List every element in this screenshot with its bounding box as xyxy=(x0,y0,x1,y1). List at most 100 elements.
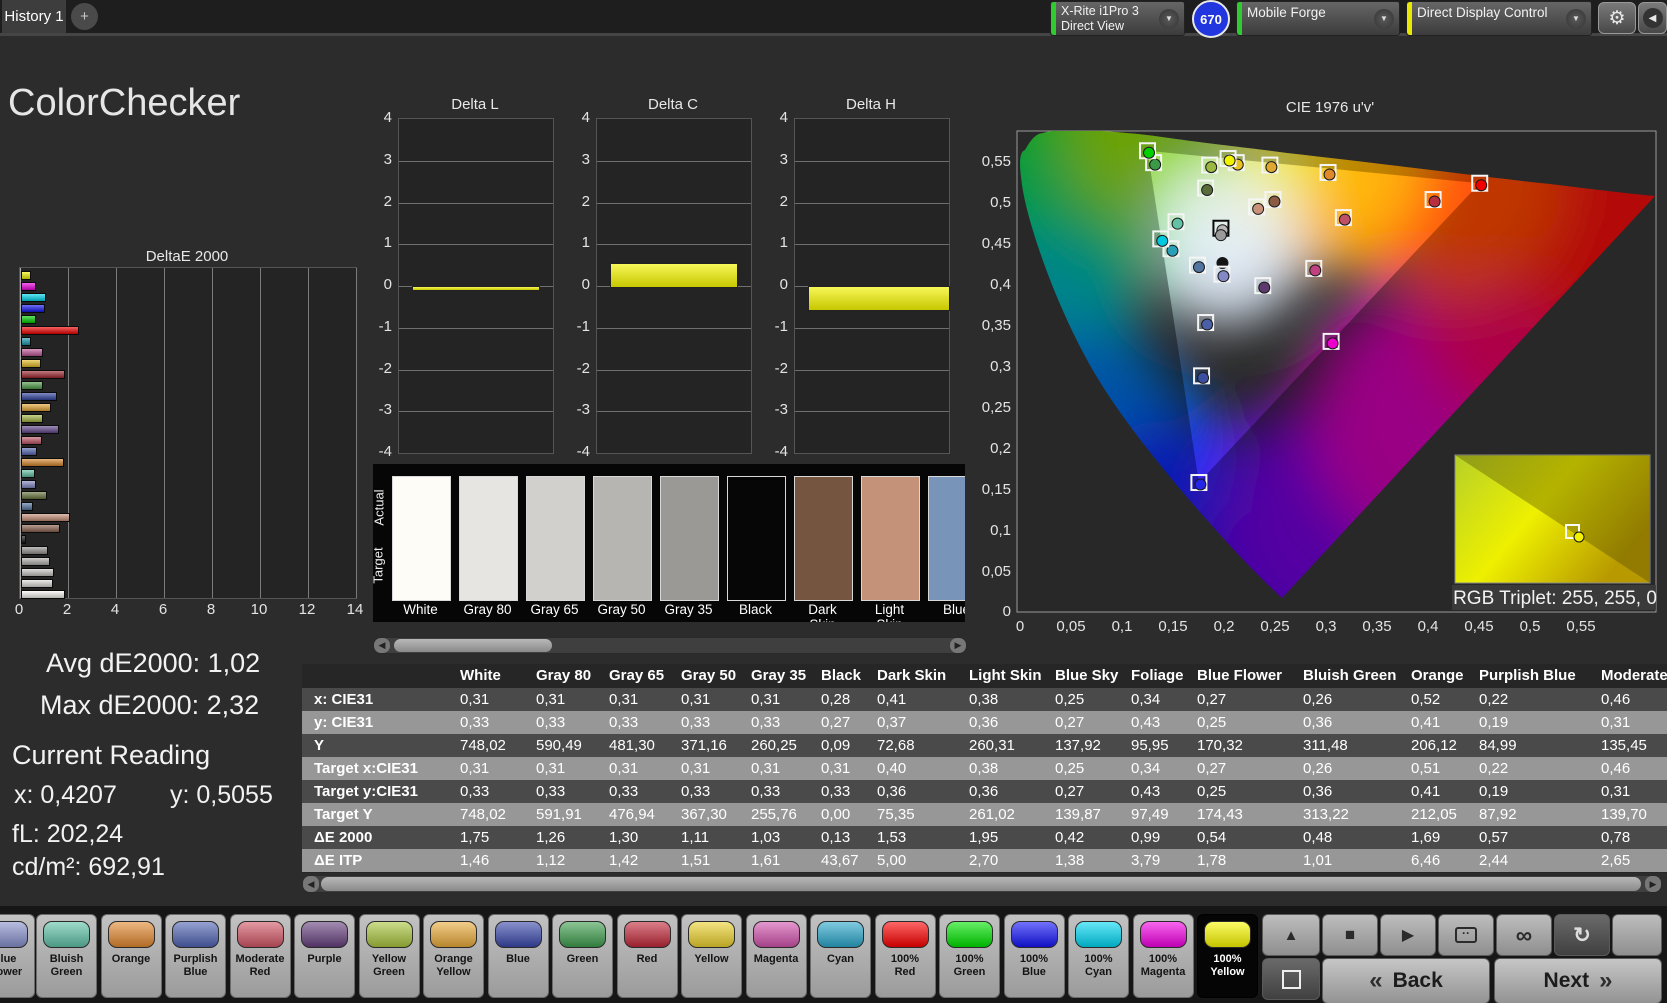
patch-button-blue[interactable]: Blue xyxy=(487,914,549,998)
patch-button-purple[interactable]: Purple xyxy=(294,914,355,998)
cell: Gray 65 xyxy=(609,667,665,684)
patch-label: Magenta xyxy=(753,953,799,965)
cell: 95,95 xyxy=(1131,737,1169,754)
actual-marker-yellow-100 xyxy=(1223,154,1236,167)
patch-button-magenta[interactable]: Magenta xyxy=(745,914,807,998)
patch-label: BlueFlower xyxy=(0,953,23,978)
axis-tick-label: 0,05 xyxy=(1056,618,1085,635)
current-patch-button[interactable] xyxy=(1262,958,1320,1000)
gridline xyxy=(399,369,553,371)
y-tick-label: 2 xyxy=(581,192,590,210)
x-tick-label: 10 xyxy=(250,601,268,618)
axis-tick-label: 0,45 xyxy=(982,235,1011,252)
scroll-right-icon[interactable]: ▶ xyxy=(1645,876,1661,892)
add-tab-button[interactable]: + xyxy=(71,3,98,30)
source-dropdown[interactable]: Mobile Forge ▼ xyxy=(1236,1,1400,36)
scrollbar-thumb[interactable] xyxy=(321,877,1641,891)
de-bar-orange-yellow xyxy=(21,403,51,412)
axis-tick-label: 0,2 xyxy=(1214,618,1235,635)
current-y: y: 0,5055 xyxy=(170,781,273,809)
de-bar-magenta xyxy=(21,348,44,357)
patch-button-100-magenta[interactable]: 100% Magenta xyxy=(1132,914,1194,998)
back-button[interactable]: « Back xyxy=(1322,958,1490,1003)
continuous-measure-button[interactable]: ∞ xyxy=(1496,914,1552,956)
patch-button-100-blue[interactable]: 100% Blue xyxy=(1003,914,1065,998)
meter-dropdown[interactable]: X-Rite i1Pro 3 Direct View ▼ xyxy=(1050,1,1185,36)
x-tick-label: 6 xyxy=(158,601,168,618)
tab-history-1[interactable]: History 1 xyxy=(2,0,66,33)
double-chevron-left-icon: « xyxy=(1369,967,1383,994)
cell: 1,69 xyxy=(1411,829,1441,846)
table-scrollbar[interactable]: ◀ ▶ xyxy=(302,875,1662,893)
cell: White xyxy=(460,667,501,684)
patch-button-moderate-red[interactable]: Moderate Red xyxy=(229,914,291,998)
chevron-down-icon[interactable]: ▼ xyxy=(1374,8,1394,29)
scroll-left-icon[interactable]: ◀ xyxy=(303,876,319,892)
cell: 0,27 xyxy=(1055,714,1085,731)
patch-button-100-yellow[interactable]: 100% Yellow xyxy=(1197,914,1258,998)
cell: 0,19 xyxy=(1479,714,1509,731)
gridline xyxy=(597,369,751,371)
patch-button-blue-flower[interactable]: BlueFlower xyxy=(0,914,35,998)
actual-marker-light-skin xyxy=(1252,202,1265,215)
x-tick-label: 0 xyxy=(14,601,24,618)
gridline xyxy=(597,244,751,246)
cell: 0,36 xyxy=(1303,714,1333,731)
patch-button-100-green[interactable]: 100% Green xyxy=(939,914,1000,998)
cell: 0,37 xyxy=(877,714,907,731)
patch-button-cyan[interactable]: Cyan xyxy=(810,914,871,998)
scrollbar-thumb[interactable] xyxy=(394,639,552,652)
collapse-panel-button[interactable]: ◀ xyxy=(1638,2,1667,34)
play-button[interactable]: ▶ xyxy=(1380,914,1436,956)
patch-color xyxy=(236,921,284,948)
cell: 371,16 xyxy=(681,737,727,754)
actual-marker-gray xyxy=(1214,229,1227,242)
cell: 0,36 xyxy=(969,783,999,800)
x-tick-label: 14 xyxy=(346,601,364,618)
de-bar-gray-65 xyxy=(21,568,55,577)
cell: 0,52 xyxy=(1411,691,1441,708)
table-row: y: CIE31 0,33 0,33 0,33 0,33 0,33 0,27 0,37 0,36… xyxy=(302,711,1667,734)
patch-button-green[interactable]: Green xyxy=(552,914,613,998)
stop-button[interactable]: ■ xyxy=(1322,914,1378,956)
settings-button[interactable]: ⚙ xyxy=(1598,2,1636,34)
patch-button-bluish-green[interactable]: Bluish Green xyxy=(36,914,97,998)
patch-button-orange-yellow[interactable]: Orange Yellow xyxy=(423,914,484,998)
patch-color xyxy=(172,921,219,948)
next-label: Next xyxy=(1543,969,1590,992)
patch-color xyxy=(1075,921,1122,948)
chevron-down-icon[interactable]: ▼ xyxy=(1566,8,1586,29)
gridline xyxy=(399,244,553,246)
swatch-strip-scrollbar[interactable]: ◀ ▶ xyxy=(373,637,967,654)
single-measure-button[interactable]: ·· xyxy=(1438,914,1494,956)
de-bar-red xyxy=(21,370,65,379)
cell: 2,65 xyxy=(1601,852,1631,869)
patch-button-red[interactable]: Red xyxy=(616,914,678,998)
cell: 84,99 xyxy=(1479,737,1517,754)
de-bar-gray-50 xyxy=(21,557,50,566)
axis-tick-label: 0,55 xyxy=(1566,618,1595,635)
scroll-left-icon[interactable]: ◀ xyxy=(374,638,390,653)
patch-button-yellow[interactable]: Yellow xyxy=(681,914,742,998)
display-control-dropdown[interactable]: Direct Display Control ▼ xyxy=(1406,1,1592,36)
scroll-up-button[interactable]: ▲ xyxy=(1262,914,1320,956)
cell: 1,12 xyxy=(536,852,566,869)
patch-button-100-cyan[interactable]: 100% Cyan xyxy=(1068,914,1129,998)
axis-tick-label: 0 xyxy=(1016,618,1024,635)
patch-button-orange[interactable]: Orange xyxy=(100,914,162,998)
y-tick-label: 3 xyxy=(779,150,788,168)
patch-button-yellow-green[interactable]: Yellow Green xyxy=(358,914,420,998)
table-row: ΔE ITP 1,46 1,12 1,42 1,51 1,61 43,67 5,00 2,70 1… xyxy=(302,849,1667,872)
inset-actual-marker xyxy=(1573,531,1585,543)
patch-button-100-red[interactable]: 100% Red xyxy=(874,914,936,998)
chevron-down-icon[interactable]: ▼ xyxy=(1159,8,1179,29)
extra-control-button[interactable] xyxy=(1612,914,1662,956)
cell: 0,33 xyxy=(681,783,711,800)
refresh-button[interactable]: ↻ xyxy=(1554,914,1610,956)
patch-button-purplish-blue[interactable]: Purplish Blue xyxy=(165,914,226,998)
current-fl: fL: 202,24 xyxy=(12,820,124,848)
cell: 0,41 xyxy=(877,691,907,708)
next-button[interactable]: Next » xyxy=(1494,958,1662,1003)
row-label: Target Y xyxy=(314,806,373,823)
meter-count-badge[interactable]: 670 xyxy=(1192,0,1230,38)
